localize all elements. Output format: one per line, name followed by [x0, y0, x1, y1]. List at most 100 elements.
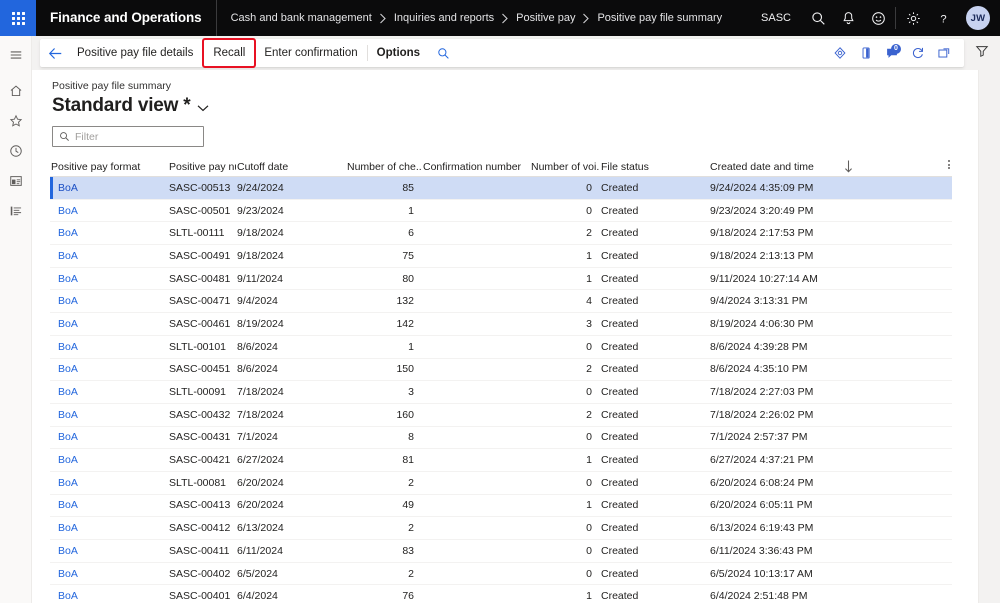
- breadcrumb-item-positive-pay-file-summary[interactable]: Positive pay file summary: [597, 12, 722, 24]
- cell-positive-pay-format[interactable]: BoA: [50, 386, 168, 398]
- cell-positive-pay-format[interactable]: BoA: [50, 205, 168, 217]
- table-row[interactable]: BoA SASC-00471 9/4/2024 132 4 Created 9/4/2024…: [50, 290, 952, 314]
- table-row[interactable]: BoA SLTL-00081 6/20/2024 2 0 Created 6/20/2024…: [50, 472, 952, 495]
- sidebar-item-modules[interactable]: [0, 198, 32, 228]
- table-row[interactable]: BoA SASC-00421 6/27/2024 81 1 Created 6/27/202…: [50, 449, 952, 472]
- filter-box[interactable]: [52, 126, 210, 147]
- column-header-positive-pay-number[interactable]: Positive pay nu...: [168, 161, 236, 173]
- filter-input[interactable]: [75, 130, 210, 143]
- table-row[interactable]: BoA SLTL-00111 9/18/2024 6 2 Created 9/18/2024…: [50, 222, 952, 246]
- cell-positive-pay-format[interactable]: BoA: [50, 363, 168, 375]
- company-selector[interactable]: SASC: [749, 12, 803, 24]
- column-options-icon[interactable]: [948, 160, 950, 169]
- table-row[interactable]: BoA SLTL-00091 7/18/2024 3 0 Created 7/18/2024…: [50, 381, 952, 404]
- cell-positive-pay-format[interactable]: BoA: [50, 409, 168, 421]
- breadcrumb-item-positive-pay[interactable]: Positive pay: [516, 12, 575, 24]
- column-header-cutoff-date[interactable]: Cutoff date: [236, 161, 346, 173]
- cell-positive-pay-format[interactable]: BoA: [50, 227, 168, 239]
- application-window: Finance and Operations Cash and bank man…: [0, 0, 1000, 603]
- cell-number-of-checks: 85: [402, 181, 414, 194]
- sidebar-item-hamburger-menu[interactable]: [0, 42, 32, 72]
- table-row[interactable]: BoA SASC-00401 6/4/2024 76 1 Created 6/4/2024 …: [50, 585, 952, 603]
- breadcrumb-item-inquiries-and-reports[interactable]: Inquiries and reports: [394, 12, 494, 24]
- table-row[interactable]: BoA SASC-00411 6/11/2024 83 0 Created 6/11/202…: [50, 540, 952, 563]
- notification-bell-icon[interactable]: [833, 0, 863, 36]
- feedback-smiley-icon[interactable]: [863, 0, 893, 36]
- sidebar-item-home[interactable]: [0, 78, 32, 108]
- cell-positive-pay-format[interactable]: BoA: [50, 568, 168, 580]
- user-avatar[interactable]: JW: [966, 6, 990, 30]
- cell-number-of-voids: 0: [586, 204, 592, 217]
- recall-button[interactable]: Recall: [204, 47, 254, 59]
- table-row[interactable]: BoA SASC-00491 9/18/2024 75 1 Created 9/18/202…: [50, 245, 952, 268]
- sidebar-item-favorites[interactable]: [0, 108, 32, 138]
- search-icon[interactable]: [803, 0, 833, 36]
- cell-positive-pay-format[interactable]: BoA: [50, 318, 168, 330]
- cell-number-of-checks: 75: [402, 249, 414, 262]
- cell-positive-pay-format[interactable]: BoA: [50, 499, 168, 511]
- column-header-confirmation-number[interactable]: Confirmation number: [422, 161, 530, 173]
- column-header-number-of-voids[interactable]: Number of voi...: [530, 161, 600, 173]
- column-header-created-date-and-time[interactable]: Created date and time: [709, 161, 952, 173]
- table-row[interactable]: BoA SASC-00432 7/18/2024 160 2 Created 7/18/20…: [50, 404, 952, 427]
- cell-file-status: Created: [601, 227, 639, 240]
- attachment-icon[interactable]: [854, 40, 878, 66]
- cell-positive-pay-format[interactable]: BoA: [50, 522, 168, 534]
- table-row[interactable]: BoA SASC-00501 9/23/2024 1 0 Created 9/23/2024…: [50, 200, 952, 223]
- column-header-number-of-checks[interactable]: Number of che...: [346, 161, 422, 173]
- cell-file-status: Created: [601, 295, 639, 308]
- workspace-icon: [9, 174, 23, 193]
- cell-positive-pay-format[interactable]: BoA: [50, 590, 168, 602]
- chat-icon[interactable]: 0: [880, 40, 904, 66]
- column-header-positive-pay-format[interactable]: Positive pay format: [50, 161, 168, 173]
- cell-positive-pay-format[interactable]: BoA: [50, 341, 168, 353]
- table-row[interactable]: BoA SASC-00402 6/5/2024 2 0 Created 6/5/2024 1…: [50, 563, 952, 586]
- sidebar-item-recent[interactable]: [0, 138, 32, 168]
- app-launcher-button[interactable]: [0, 0, 36, 36]
- cell-positive-pay-format[interactable]: BoA: [50, 273, 168, 285]
- sort-descending-arrow-icon[interactable]: [844, 160, 853, 178]
- cell-file-status: Created: [601, 522, 639, 535]
- cell-created-date-and-time: 7/1/2024 2:57:37 PM: [710, 431, 808, 444]
- cell-positive-pay-format[interactable]: BoA: [50, 431, 168, 443]
- table-row[interactable]: BoA SASC-00412 6/13/2024 2 0 Created 6/13/2024…: [50, 517, 952, 540]
- table-row[interactable]: BoA SASC-00451 8/6/2024 150 2 Created 8/6/2024…: [50, 359, 952, 382]
- product-brand-title[interactable]: Finance and Operations: [36, 0, 217, 36]
- settings-gear-icon[interactable]: [898, 0, 928, 36]
- cell-cutoff-date: 8/6/2024: [237, 363, 278, 376]
- table-row[interactable]: BoA SASC-00431 7/1/2024 8 0 Created 7/1/2024 2…: [50, 427, 952, 450]
- cell-positive-pay-format[interactable]: BoA: [50, 545, 168, 557]
- back-button[interactable]: [42, 40, 68, 66]
- table-row[interactable]: BoA SASC-00481 9/11/2024 80 1 Created 9/11/202…: [50, 268, 952, 291]
- cell-created-date-and-time: 6/20/2024 6:05:11 PM: [710, 499, 813, 512]
- table-row[interactable]: BoA SASC-00461 8/19/2024 142 3 Created 8/19/20…: [50, 313, 952, 336]
- column-header-file-status[interactable]: File status: [600, 161, 709, 173]
- breadcrumb-item-cash-and-bank-management[interactable]: Cash and bank management: [231, 12, 372, 24]
- open-in-new-icon[interactable]: [932, 40, 956, 66]
- cell-created-date-and-time: 9/23/2024 3:20:49 PM: [710, 204, 814, 217]
- command-search-icon[interactable]: [429, 40, 457, 66]
- cell-positive-pay-format[interactable]: BoA: [50, 454, 168, 466]
- cell-positive-pay-format[interactable]: BoA: [50, 477, 168, 489]
- cell-number-of-checks: 1: [408, 340, 414, 353]
- positive-pay-file-grid: Positive pay format Positive pay nu... C…: [50, 157, 952, 603]
- refresh-icon[interactable]: [906, 40, 930, 66]
- share-icon[interactable]: [828, 40, 852, 66]
- cell-number-of-voids: 0: [586, 522, 592, 535]
- filter-pane-button[interactable]: [964, 36, 1000, 70]
- cell-created-date-and-time: 7/18/2024 2:26:02 PM: [710, 408, 814, 421]
- options-button[interactable]: Options: [368, 40, 429, 66]
- table-row[interactable]: BoA SASC-00513 9/24/2024 85 0 Created 9/24/202…: [50, 177, 952, 200]
- chevron-down-icon[interactable]: [197, 101, 209, 112]
- help-question-icon[interactable]: ?: [928, 0, 958, 36]
- chevron-right-icon: [582, 13, 590, 24]
- page-title-row: Standard view *: [52, 95, 990, 117]
- table-row[interactable]: BoA SLTL-00101 8/6/2024 1 0 Created 8/6/2024 4…: [50, 336, 952, 359]
- cell-positive-pay-format[interactable]: BoA: [50, 250, 168, 262]
- button-positive-pay-file-details[interactable]: Positive pay file details: [68, 40, 202, 66]
- cell-positive-pay-format[interactable]: BoA: [50, 182, 168, 194]
- sidebar-item-workspaces[interactable]: [0, 168, 32, 198]
- enter-confirmation-button[interactable]: Enter confirmation: [255, 40, 366, 66]
- cell-positive-pay-format[interactable]: BoA: [50, 295, 168, 307]
- table-row[interactable]: BoA SASC-00413 6/20/2024 49 1 Created 6/20/202…: [50, 495, 952, 518]
